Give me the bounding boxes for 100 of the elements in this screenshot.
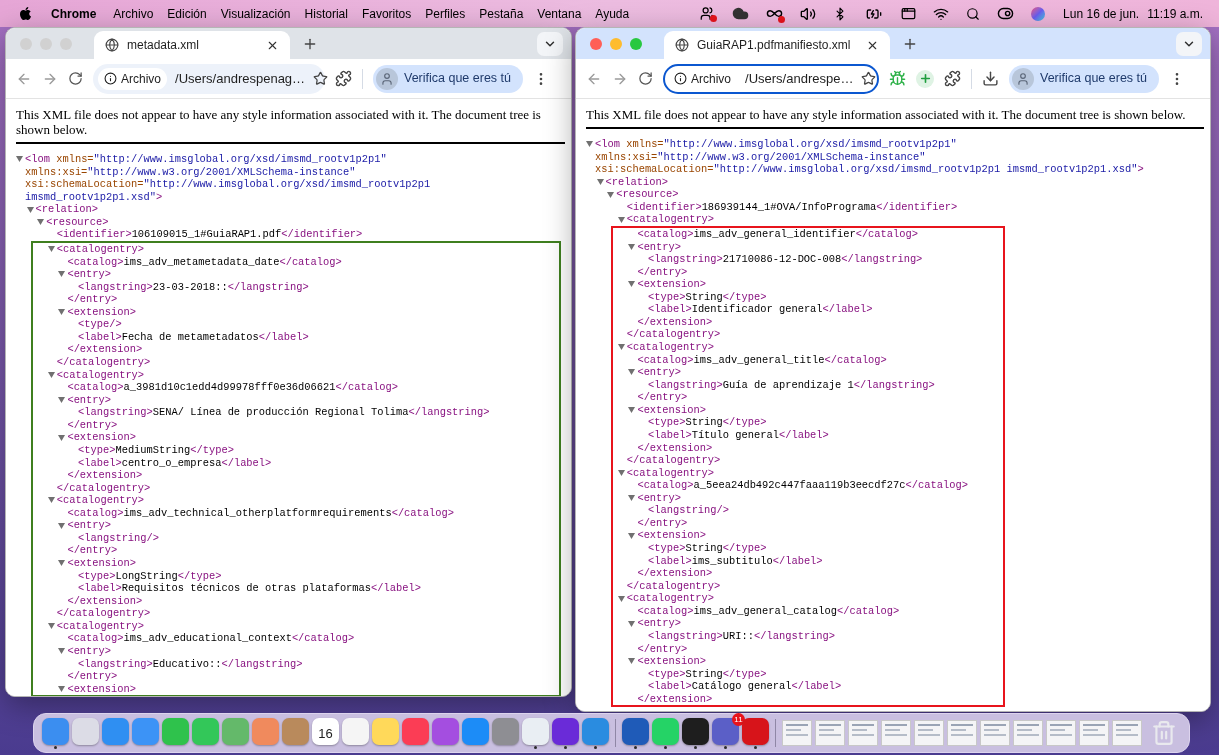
menu-item[interactable]: Pestaña bbox=[479, 4, 524, 23]
expand-triangle-icon[interactable] bbox=[58, 522, 66, 529]
search-icon[interactable] bbox=[966, 6, 981, 21]
xml-line: </extension> bbox=[67, 594, 143, 608]
window-thumbnail[interactable] bbox=[1046, 720, 1076, 746]
menu-item[interactable]: Ayuda bbox=[595, 4, 630, 23]
expand-triangle-icon[interactable] bbox=[628, 495, 636, 502]
expand-triangle-icon[interactable] bbox=[58, 648, 66, 655]
people-icon[interactable] bbox=[700, 6, 716, 21]
expand-triangle-icon[interactable] bbox=[16, 156, 23, 163]
xml-line: </entry> bbox=[637, 391, 688, 404]
expand-triangle-icon[interactable] bbox=[586, 141, 593, 148]
expand-triangle-icon[interactable] bbox=[617, 216, 625, 223]
xml-line: </catalogentry> bbox=[56, 481, 151, 495]
expand-triangle-icon[interactable] bbox=[58, 685, 66, 692]
xml-line: <label>Título general</label> bbox=[648, 428, 829, 442]
window-thumbnail[interactable] bbox=[782, 720, 812, 746]
expand-triangle-icon[interactable] bbox=[628, 243, 636, 250]
xml-line: <type>MediumString</type> bbox=[78, 443, 234, 457]
menu-item[interactable]: Visualización bbox=[220, 4, 291, 23]
expand-triangle-icon[interactable] bbox=[628, 658, 636, 665]
xml-line: </extension> bbox=[637, 315, 713, 329]
menu-item[interactable]: Edición bbox=[167, 4, 207, 23]
window-thumbnail[interactable] bbox=[1112, 720, 1142, 746]
expand-triangle-icon[interactable] bbox=[628, 281, 636, 288]
bookmark-star-icon[interactable] bbox=[313, 71, 329, 86]
window-icon[interactable] bbox=[901, 6, 917, 21]
app-icon[interactable] bbox=[552, 717, 579, 745]
extensions-icon[interactable] bbox=[944, 70, 961, 87]
xml-line: <catalog>a_3981d10c1edd4d99978fff0e36d06621</catalog> bbox=[67, 381, 398, 394]
reload-icon[interactable] bbox=[68, 71, 83, 86]
window-thumbnail[interactable] bbox=[1079, 720, 1109, 746]
menu-item[interactable]: Favoritos bbox=[361, 4, 412, 23]
browser-tab[interactable]: metadata.xml bbox=[94, 31, 290, 59]
window-thumbnail[interactable] bbox=[815, 720, 845, 746]
expand-triangle-icon[interactable] bbox=[596, 178, 604, 185]
window-thumbnail[interactable] bbox=[980, 720, 1010, 746]
bug-icon[interactable] bbox=[889, 70, 906, 87]
expand-triangle-icon[interactable] bbox=[58, 271, 66, 278]
menu-bar-time[interactable]: 11:19 a.m. bbox=[1147, 4, 1203, 23]
address-bar[interactable]: Archivo /Users/andrespe… bbox=[663, 63, 879, 94]
profile-button[interactable]: Verifica que eres tú bbox=[1009, 64, 1159, 93]
expand-triangle-icon[interactable] bbox=[628, 620, 636, 627]
volume-icon[interactable] bbox=[800, 5, 817, 22]
expand-triangle-icon[interactable] bbox=[26, 206, 34, 213]
expand-triangle-icon[interactable] bbox=[628, 532, 636, 539]
xml-line: <catalog>ims_adv_metametadata_date</catalog> bbox=[67, 255, 342, 269]
menu-item[interactable]: Archivo bbox=[113, 4, 154, 23]
expand-triangle-icon[interactable] bbox=[47, 623, 55, 630]
expand-triangle-icon[interactable] bbox=[617, 344, 625, 351]
window-thumbnail[interactable] bbox=[947, 720, 977, 746]
cloud-icon[interactable] bbox=[732, 5, 750, 22]
expand-triangle-icon[interactable] bbox=[58, 434, 66, 441]
globe-icon bbox=[105, 38, 119, 52]
menu-item[interactable]: Ventana bbox=[537, 4, 582, 23]
xml-line: <lom xmlns="http://www.imsglobal.org/xsd/imsmd_rootv1p2p1" bbox=[595, 138, 957, 151]
xml-line: <langstring>21710086-12-DOC-008</langstring> bbox=[648, 253, 923, 266]
expand-triangle-icon[interactable] bbox=[628, 407, 636, 414]
window-thumbnail[interactable] bbox=[881, 720, 911, 746]
browser-tab[interactable]: GuiaRAP1.pdfmanifiesto.xml bbox=[664, 31, 891, 59]
url-text: /Users/andrespe… bbox=[745, 69, 854, 88]
window-thumbnail[interactable] bbox=[914, 720, 944, 746]
security-chip[interactable]: Archivo bbox=[98, 67, 167, 90]
xml-line: <extension> bbox=[67, 557, 136, 570]
expand-triangle-icon[interactable] bbox=[58, 560, 66, 567]
expand-triangle-icon[interactable] bbox=[58, 309, 66, 316]
xml-line: <label>centro_o_empresa</label> bbox=[78, 456, 272, 470]
download-icon[interactable] bbox=[982, 70, 999, 87]
expand-triangle-icon[interactable] bbox=[37, 219, 45, 226]
extensions-icon[interactable] bbox=[335, 70, 352, 87]
gradient-orb-icon[interactable] bbox=[1031, 6, 1046, 21]
apple-logo-icon[interactable] bbox=[18, 6, 33, 21]
calendar-icon[interactable]: 16 bbox=[312, 717, 339, 745]
tab-search-button[interactable] bbox=[537, 31, 563, 56]
menu-bar-date[interactable]: Lun 16 de jun. bbox=[1063, 4, 1140, 23]
xml-line: <langstring>SENA/ Línea de producción Regional Tolima</langstring> bbox=[78, 406, 490, 419]
expand-triangle-icon[interactable] bbox=[47, 371, 55, 378]
expand-triangle-icon[interactable] bbox=[47, 497, 55, 504]
toggle-icon[interactable] bbox=[997, 5, 1015, 22]
xml-line: <label>ims_subtitulo</label> bbox=[648, 554, 823, 568]
tab-search-button[interactable] bbox=[1176, 31, 1202, 56]
expand-triangle-icon[interactable] bbox=[607, 191, 615, 198]
app-menu[interactable]: Chrome bbox=[51, 4, 97, 23]
profile-button[interactable]: Verifica que eres tú bbox=[373, 64, 523, 93]
expand-triangle-icon[interactable] bbox=[58, 396, 66, 403]
xml-line: <catalog>ims_adv_general_title</catalog> bbox=[637, 353, 887, 367]
menu-item[interactable]: Historial bbox=[304, 4, 348, 23]
menu-item[interactable]: Perfiles bbox=[425, 4, 466, 23]
xml-line: <entry> bbox=[637, 240, 682, 254]
bookmark-star-icon[interactable] bbox=[861, 71, 877, 86]
window-thumbnail[interactable] bbox=[1013, 720, 1043, 746]
app-icon[interactable] bbox=[682, 717, 709, 745]
address-bar[interactable]: Archivo /Users/andrespenag… bbox=[93, 63, 325, 94]
expand-triangle-icon[interactable] bbox=[47, 246, 55, 253]
expand-triangle-icon[interactable] bbox=[617, 595, 625, 602]
reload-icon[interactable] bbox=[638, 71, 653, 86]
expand-triangle-icon[interactable] bbox=[617, 469, 625, 476]
xml-line: <entry> bbox=[67, 644, 112, 658]
expand-triangle-icon[interactable] bbox=[628, 369, 636, 376]
window-thumbnail[interactable] bbox=[848, 720, 878, 746]
